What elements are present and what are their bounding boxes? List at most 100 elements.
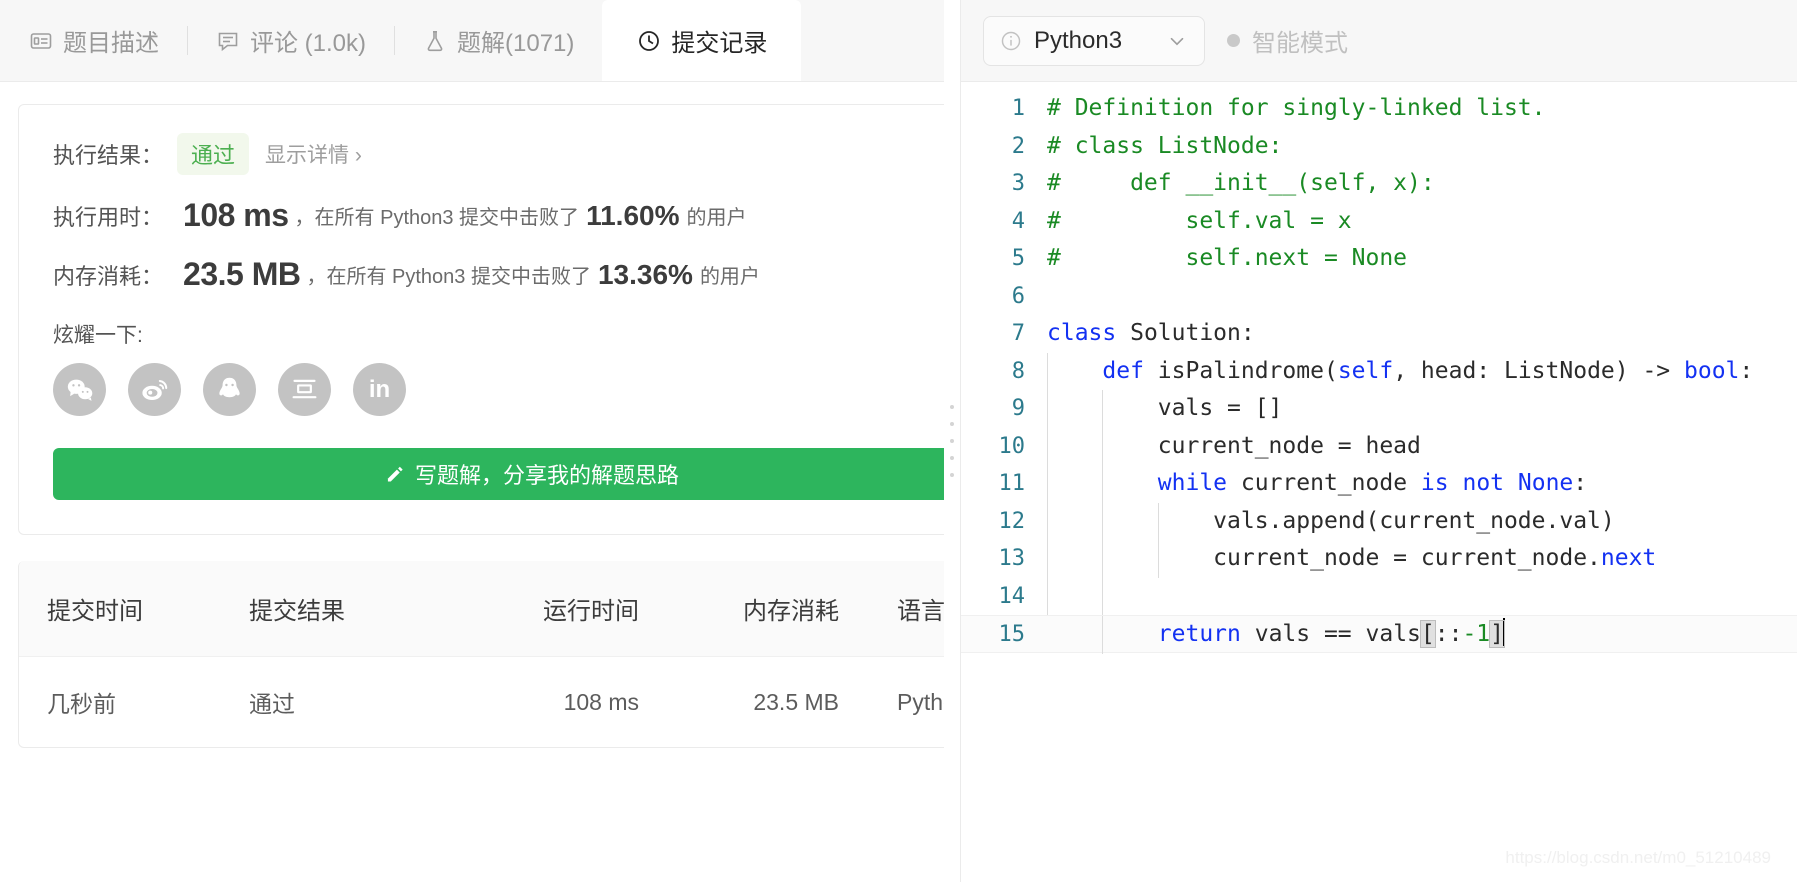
tab-submissions-label: 提交记录 (671, 30, 768, 57)
code-content: # def __init__(self, x): (1047, 170, 1435, 196)
code-area[interactable]: 1 # Definition for singly-linked list. 2… (961, 82, 1797, 882)
line-number: 1 (1011, 96, 1025, 121)
cell-submit-time: 几秒前 (19, 656, 249, 747)
header-submit-result: 提交结果 (249, 561, 459, 657)
result-card: 执行结果： 通过 显示详情 › 执行用时： 108 ms ，在所有 Python… (18, 104, 944, 535)
line-number: 6 (1011, 283, 1025, 309)
memory-row: 内存消耗： 23.5 MB ，在所有 Python3 提交中击败了 13.36%… (53, 256, 944, 293)
linkedin-share-icon[interactable]: in (353, 363, 406, 416)
info-icon (1000, 30, 1022, 52)
watermark-text: https://blog.csdn.net/m0_51210489 (1505, 848, 1771, 867)
line-number: 11 (998, 471, 1026, 496)
tab-comments-label: 评论 (1.0k) (250, 30, 367, 57)
line-number: 4 (1011, 208, 1025, 234)
cell-submit-result[interactable]: 通过 (249, 656, 459, 747)
code-content: class Solution: (1047, 320, 1255, 346)
header-submit-time: 提交时间 (19, 561, 249, 657)
line-number: 13 (998, 546, 1026, 571)
description-icon (28, 28, 54, 54)
clock-icon (636, 28, 662, 54)
share-icon-list: in (53, 363, 944, 416)
share-label: 炫耀一下: (53, 324, 143, 347)
smart-mode-label: 智能模式 (1252, 30, 1348, 57)
write-solution-label: 写题解，分享我的解题思路 (414, 463, 679, 488)
code-content: return vals == vals[::-1] (1043, 616, 1506, 654)
memory-label: 内存消耗： (53, 263, 164, 289)
tab-description-label: 题目描述 (63, 30, 159, 57)
language-selector[interactable]: Python3 (983, 15, 1205, 66)
code-line: 2 # class ListNode: (961, 128, 1797, 166)
exec-result-label: 执行结果： (53, 143, 164, 168)
code-content: current_node = head (1043, 427, 1421, 465)
tab-solutions-label: 题解(1071) (457, 30, 575, 57)
code-line: 3 # def __init__(self, x): (961, 165, 1797, 203)
line-number: 7 (1011, 321, 1025, 346)
weibo-share-icon[interactable] (128, 363, 181, 416)
left-body: 执行结果： 通过 显示详情 › 执行用时： 108 ms ，在所有 Python… (0, 82, 944, 882)
code-line: 4 # self.val = x (961, 203, 1797, 241)
line-number: 2 (1011, 133, 1025, 159)
line-number: 15 (998, 622, 1026, 647)
runtime-prefix-text: ，在所有 Python3 提交中击败了 (294, 207, 580, 229)
runtime-percentile: 11.60% (586, 199, 680, 231)
submissions-table-card: 提交时间 提交结果 运行时间 内存消耗 语言 几秒前 通过 108 ms 23. (18, 561, 944, 748)
cell-language: Python3 (869, 656, 944, 747)
line-number: 10 (998, 433, 1026, 459)
tab-comments[interactable]: 评论 (1.0k) (187, 0, 394, 81)
panel-splitter[interactable] (944, 0, 960, 882)
code-content: # class ListNode: (1047, 132, 1283, 159)
line-number: 5 (1011, 246, 1025, 271)
write-solution-button[interactable]: 写题解，分享我的解题思路 (53, 448, 944, 500)
status-badge: 通过 (177, 133, 250, 175)
memory-prefix-text: ，在所有 Python3 提交中击败了 (306, 266, 591, 288)
memory-suffix-text: 的用户 (699, 266, 760, 288)
runtime-value: 108 ms (183, 197, 289, 233)
submissions-table: 提交时间 提交结果 运行时间 内存消耗 语言 几秒前 通过 108 ms 23. (19, 561, 944, 747)
line-number: 8 (1011, 358, 1025, 384)
leetcode-submission-page: 题目描述 评论 (1.0k) 题解(1071) 提交记录 执行结果： 通过 显示… (0, 0, 1797, 882)
memory-value: 23.5 MB (183, 256, 301, 292)
douban-share-icon[interactable] (278, 363, 331, 416)
pencil-icon (385, 464, 405, 484)
wechat-share-icon[interactable] (53, 363, 106, 416)
runtime-label: 执行用时： (53, 204, 164, 230)
code-line: 9 vals = [] (961, 390, 1797, 428)
cell-memory: 23.5 MB (679, 656, 869, 747)
code-line: 6 (961, 278, 1797, 316)
cell-runtime: 108 ms (459, 656, 679, 747)
code-content: while current_node is not None: (1043, 465, 1587, 503)
runtime-row: 执行用时： 108 ms ，在所有 Python3 提交中击败了 11.60% … (53, 197, 944, 234)
code-line: 7 class Solution: (961, 315, 1797, 353)
code-content: # self.val = x (1047, 207, 1352, 234)
header-language: 语言 (869, 561, 944, 657)
code-editor-panel: Python3 智能模式 1 # Definition for singly-l… (960, 0, 1797, 882)
code-line: 11 while current_node is not None: (961, 465, 1797, 503)
tab-submissions[interactable]: 提交记录 (602, 0, 802, 81)
line-number: 9 (1011, 396, 1025, 421)
code-line-active: 15 return vals == vals[::-1] (961, 615, 1797, 654)
tab-solutions[interactable]: 题解(1071) (394, 0, 602, 81)
exec-result-row: 执行结果： 通过 显示详情 › (53, 133, 944, 175)
code-line: 14 (961, 577, 1797, 615)
code-content (1043, 577, 1104, 615)
header-runtime: 运行时间 (459, 561, 679, 657)
code-line: 12 vals.append(current_node.val) (961, 502, 1797, 540)
line-number: 3 (1011, 171, 1025, 196)
show-detail-link[interactable]: 显示详情 › (265, 139, 362, 169)
code-content: def isPalindrome(self, head: ListNode) -… (1043, 352, 1753, 390)
smart-mode-toggle[interactable]: 智能模式 (1227, 23, 1348, 58)
tab-description[interactable]: 题目描述 (0, 0, 187, 81)
memory-percentile: 13.36% (597, 258, 693, 290)
runtime-suffix-text: 的用户 (686, 207, 747, 229)
qq-share-icon[interactable] (203, 363, 256, 416)
code-content: vals = [] (1043, 390, 1282, 428)
tab-bar: 题目描述 评论 (1.0k) 题解(1071) 提交记录 (0, 0, 944, 82)
code-content: vals.append(current_node.val) (1043, 502, 1615, 540)
code-line: 5 # self.next = None (961, 240, 1797, 278)
left-panel: 题目描述 评论 (1.0k) 题解(1071) 提交记录 执行结果： 通过 显示… (0, 0, 944, 882)
code-line: 1 # Definition for singly-linked list. (961, 90, 1797, 128)
linkedin-share-label: in (368, 375, 391, 403)
code-line: 10 current_node = head (961, 427, 1797, 465)
language-name: Python3 (1034, 26, 1123, 54)
table-row[interactable]: 几秒前 通过 108 ms 23.5 MB Python3 (19, 656, 944, 747)
